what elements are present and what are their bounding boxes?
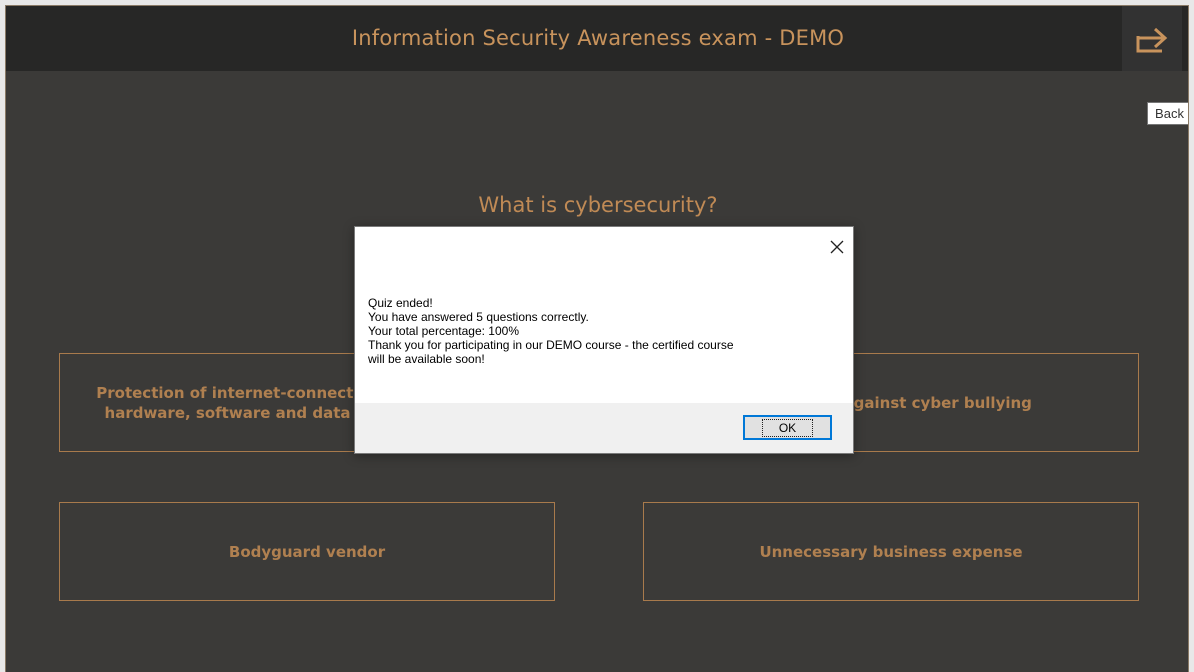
page-title: Information Security Awareness exam - DE…: [351, 26, 845, 50]
answer-option-3[interactable]: Bodyguard vendor: [59, 502, 555, 601]
back-tooltip: Back: [1147, 102, 1188, 125]
close-icon: [830, 240, 844, 254]
ok-button[interactable]: OK: [743, 415, 832, 440]
question-text: What is cybersecurity?: [478, 193, 718, 217]
dialog-line-4: Thank you for participating in our DEMO …: [368, 338, 734, 352]
answer-option-3-label: Bodyguard vendor: [228, 542, 386, 561]
dialog-message: Quiz ended! You have answered 5 question…: [368, 296, 838, 366]
dialog-line-2: You have answered 5 questions correctly.: [368, 310, 589, 324]
dialog-line-3: Your total percentage: 100%: [368, 324, 520, 338]
dialog-close-button[interactable]: [825, 235, 849, 259]
dialog-line-1: Quiz ended!: [368, 296, 433, 310]
ok-button-label: OK: [761, 418, 814, 437]
answer-option-4[interactable]: Unnecessary business expense: [643, 502, 1139, 601]
answer-option-4-label: Unnecessary business expense: [759, 542, 1023, 561]
exit-button[interactable]: [1122, 6, 1182, 71]
exit-arrow-icon: [1136, 27, 1168, 53]
quiz-result-dialog: Quiz ended! You have answered 5 question…: [354, 226, 854, 454]
dialog-footer: OK: [355, 403, 853, 453]
dialog-line-5: will be available soon!: [368, 352, 485, 366]
header-bar: Information Security Awareness exam - DE…: [6, 6, 1188, 71]
